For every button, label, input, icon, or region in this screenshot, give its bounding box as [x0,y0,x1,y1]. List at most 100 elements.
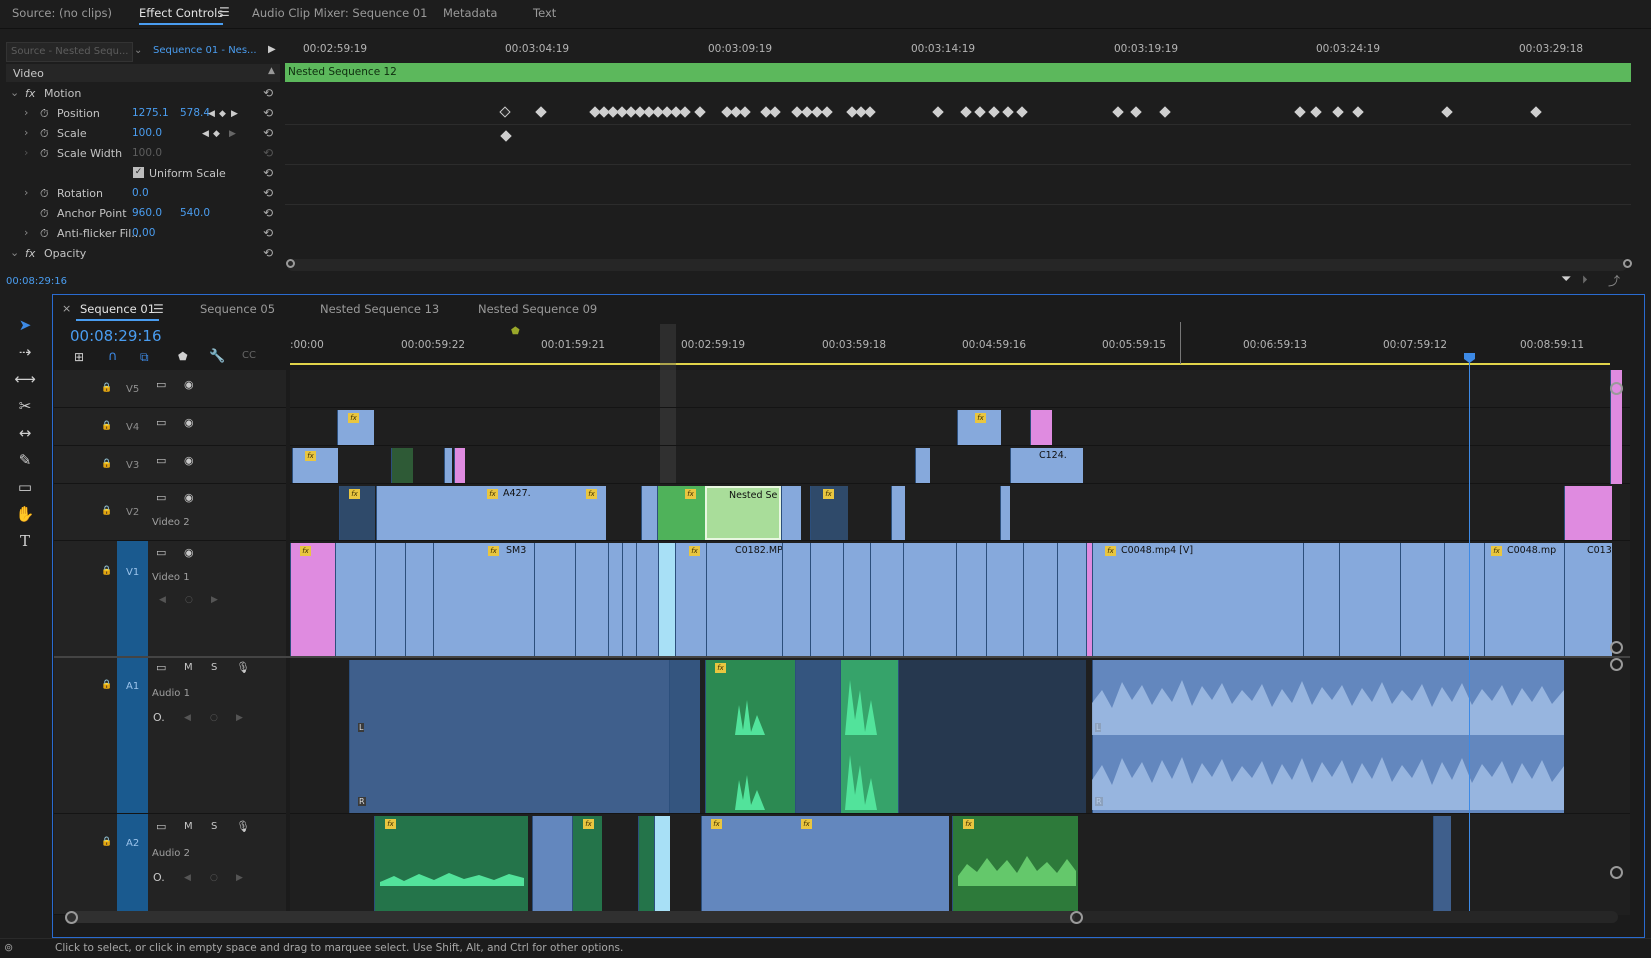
add-keyframe-icon[interactable]: ○ [210,873,218,883]
clip-v1-pink[interactable]: fx [290,543,335,656]
anti-flicker-value[interactable]: 0.00 [132,227,155,239]
marker-icon[interactable]: ⬟ [511,326,520,337]
stopwatch-icon[interactable]: ⏱ [40,207,49,221]
microphone-icon[interactable]: 🎙 [236,661,250,674]
selection-tool-icon[interactable]: ➤ [14,316,36,336]
add-keyframe-icon[interactable]: ◆ [219,109,226,119]
tab-source[interactable]: Source: (no clips) [12,6,112,20]
clip-a2-green[interactable]: fx [572,816,602,912]
scroll-handle-left[interactable] [286,259,295,268]
wrench-icon[interactable]: 🔧 [209,349,225,364]
source-patch-v1[interactable] [117,541,148,656]
chevron-down-icon[interactable]: ⌄ [134,45,142,56]
clip-v4[interactable]: fx [957,410,1001,445]
anchor-x-value[interactable]: 960.0 [132,207,162,219]
prev-keyframe-icon[interactable]: ◀ [184,873,191,883]
panel-menu-icon[interactable]: ☰ [153,302,164,316]
clip-v2[interactable]: fx A427. fx [376,486,606,540]
chevron-right-icon[interactable]: › [24,146,28,159]
reset-icon[interactable]: ⟲ [263,126,273,140]
edit-point[interactable] [1400,543,1401,656]
edit-point[interactable] [810,543,811,656]
clip-v1-c0048[interactable]: fx C0048.mp [1484,543,1564,656]
reset-icon[interactable]: ⟲ [263,206,273,220]
tab-nested-sequence-09[interactable]: Nested Sequence 09 [478,302,597,316]
edit-point[interactable] [622,543,623,656]
edit-point[interactable] [1023,543,1024,656]
play-only-clip-icon[interactable]: ▶ [268,44,276,55]
tab-sequence-05[interactable]: Sequence 05 [200,302,275,316]
clip-v2[interactable]: fx [339,486,375,540]
edit-point[interactable] [1303,543,1304,656]
sync-lock-icon[interactable]: ▭ [156,454,166,467]
scroll-thumb[interactable] [66,911,1075,923]
scale-value[interactable]: 100.0 [132,127,162,139]
eye-icon[interactable]: ◉ [184,546,194,559]
edit-point[interactable] [782,543,783,656]
clip-v2[interactable] [891,486,905,540]
source-patch-a2[interactable] [117,814,148,914]
prev-keyframe-icon[interactable]: ◀ [184,713,191,723]
clip-v1[interactable] [956,543,1086,656]
chevron-right-icon[interactable]: › [24,186,28,199]
edit-point[interactable] [1057,543,1058,656]
add-keyframe-icon[interactable]: ○ [185,595,193,605]
next-keyframe-icon[interactable]: ▶ [236,713,243,723]
reset-icon[interactable]: ⟲ [263,86,273,100]
timeline-timecode[interactable]: 00:08:29:16 [70,327,162,345]
edit-point[interactable] [575,543,576,656]
clip-a1[interactable] [669,660,700,813]
track-header-v1[interactable] [54,541,286,657]
work-area-bar[interactable] [290,363,1610,365]
lock-icon[interactable]: 🔒 [101,459,112,469]
chevron-right-icon[interactable]: › [24,106,28,119]
anchor-y-value[interactable]: 540.0 [180,207,210,219]
next-keyframe-icon[interactable]: ▶ [229,129,236,139]
stopwatch-icon[interactable]: ⏱ [40,187,49,201]
reset-icon[interactable]: ⟲ [263,226,273,240]
track-header-v2[interactable] [54,484,286,541]
track-header-v4[interactable] [54,408,286,446]
volume-knob-icon[interactable]: O. [153,711,165,724]
clip-v2[interactable]: fx [810,486,848,540]
slip-tool-icon[interactable]: ↔ [14,424,36,444]
tab-metadata[interactable]: Metadata [443,6,497,20]
track-header-v5[interactable] [54,370,286,408]
clip-a2-light[interactable] [654,816,670,912]
tab-audio-clip-mixer[interactable]: Audio Clip Mixer: Sequence 01 [252,6,427,20]
track-header-a1[interactable] [54,658,286,814]
scroll-handle-right[interactable] [1070,911,1083,924]
position-x-value[interactable]: 1275.1 [132,107,169,119]
clip-v1[interactable]: fx SM3 [335,543,658,656]
type-tool-icon[interactable]: T [14,532,36,552]
add-marker-icon[interactable]: ⬟ [178,350,188,363]
collapse-icon[interactable]: ▲ [268,66,275,76]
razor-tool-icon[interactable]: ✂ [14,397,36,417]
edit-point[interactable] [433,543,434,656]
clip-a2[interactable] [532,816,572,912]
clip-v3[interactable]: fx [292,448,338,483]
sync-lock-icon[interactable]: ▭ [156,491,166,504]
edit-point[interactable] [903,543,904,656]
sync-lock-icon[interactable]: ▭ [156,661,166,674]
snap-magnet-icon[interactable]: ∩ [108,349,118,364]
source-dropdown[interactable]: Source - Nested Sequ... [6,42,133,62]
ripple-edit-tool-icon[interactable]: ⟷ [14,370,36,390]
effect-motion[interactable]: ⌄ fx Motion ⟲ [6,84,280,104]
clip-v1-c0182[interactable]: C0182.MP [706,543,956,656]
ec-clip-bar[interactable]: Nested Sequence 12 [285,63,1631,82]
insert-nest-icon[interactable]: ⊞ [74,350,84,364]
eye-icon[interactable]: ◉ [184,378,194,391]
clip-a2[interactable]: fx fx [701,816,949,912]
vertical-zoom-handle[interactable] [1610,658,1623,671]
sync-lock-icon[interactable]: ▭ [156,416,166,429]
reset-icon[interactable]: ⟲ [263,166,273,180]
stopwatch-icon[interactable]: ⏱ [40,227,49,241]
play-audio-icon[interactable]: ⏵ [1582,273,1588,287]
chevron-expanded-icon[interactable]: ⌄ [10,86,19,99]
clip-v1-light[interactable] [658,543,675,656]
prev-keyframe-icon[interactable]: ◀ [208,109,215,119]
next-keyframe-icon[interactable]: ▶ [231,109,238,119]
clip-v3[interactable] [915,448,930,483]
playhead-line[interactable] [1469,362,1470,914]
